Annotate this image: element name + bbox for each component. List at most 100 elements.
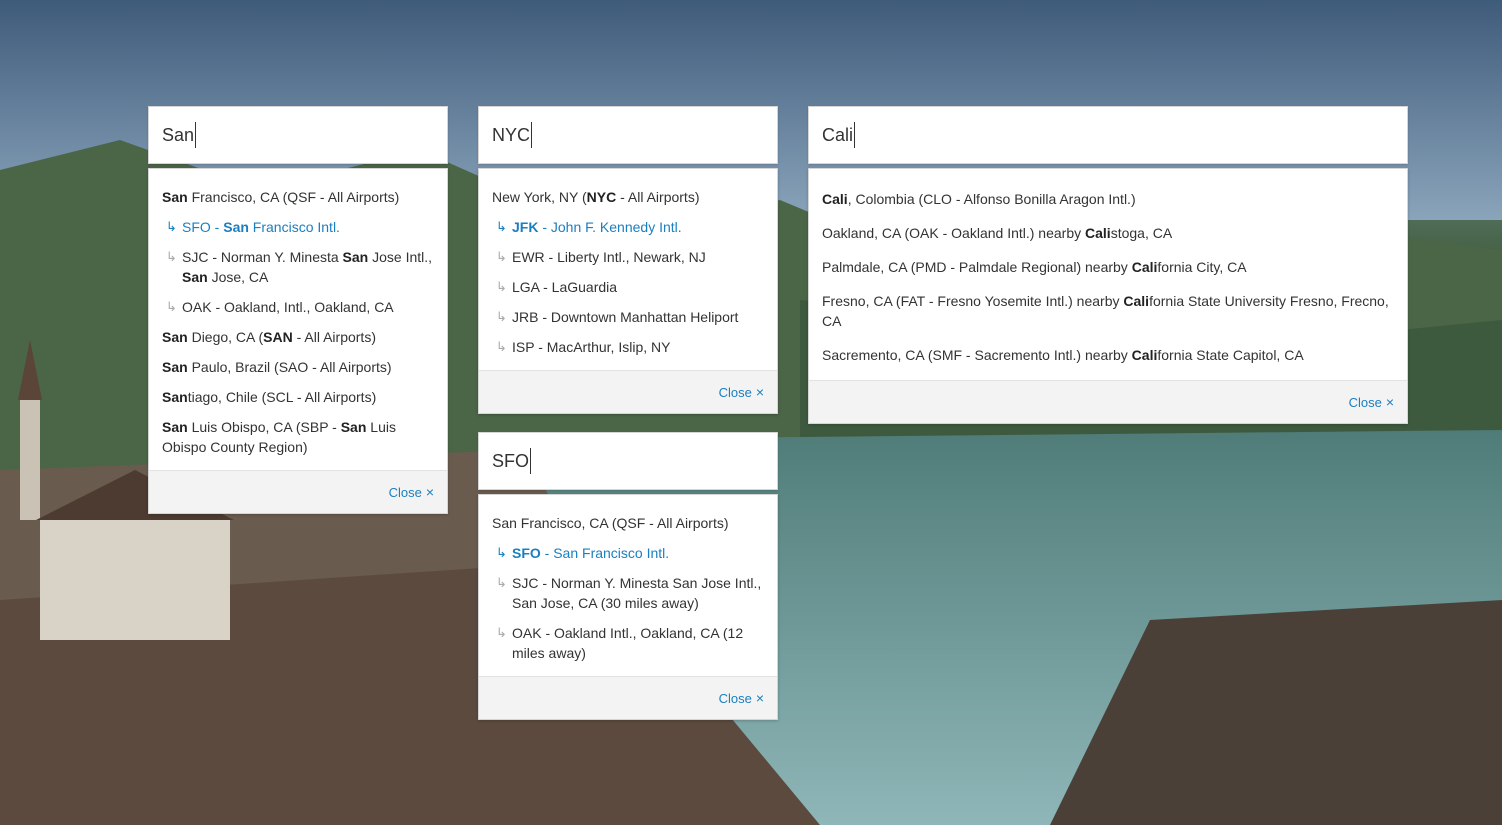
match-highlight: Cali (1131, 259, 1158, 275)
close-icon: × (755, 384, 764, 400)
sub-arrow-icon: ↳ (496, 279, 507, 294)
sub-arrow-icon: ↳ (496, 625, 507, 640)
airport-result-item[interactable]: ↳ JRB - Downtown Manhattan Heliport (492, 302, 764, 332)
search-query: NYC (492, 124, 531, 145)
match-highlight: San (182, 269, 208, 285)
airport-result-item[interactable]: ↳ ISP - MacArthur, Islip, NY (492, 332, 764, 362)
airport-result-item[interactable]: ↳ OAK - Oakland Intl., Oakland, CA (12 mi… (492, 618, 764, 668)
sub-arrow-icon: ↳ (496, 339, 507, 354)
result-text: Diego, CA ( (187, 329, 264, 345)
search-input[interactable]: San (148, 106, 448, 164)
sub-arrow-icon: ↳ (496, 309, 507, 324)
text-caret (195, 122, 197, 148)
match-highlight: Cali (822, 191, 848, 207)
result-text: Francisco Intl. (248, 219, 340, 235)
results-list: San Francisco, CA (QSF - All Airports) ↳ S… (479, 495, 777, 676)
results-list: Cali, Colombia (CLO - Alfonso Bonilla Ar… (809, 169, 1407, 380)
close-button[interactable]: Close × (719, 690, 764, 706)
sub-arrow-icon: ↳ (496, 545, 507, 560)
results-list: San Francisco, CA (QSF - All Airports) ↳ S… (149, 169, 447, 470)
result-text: Paulo, Brazil (SAO - All Airports) (187, 359, 392, 375)
results-list: New York, NY (NYC - All Airports) ↳ JFK - … (479, 169, 777, 370)
result-text: fornia State Capitol, CA (1157, 347, 1304, 363)
result-text: ISP - MacArthur, Islip, NY (512, 339, 671, 355)
search-input[interactable]: SFO (478, 432, 778, 490)
match-highlight: JFK (512, 219, 539, 235)
city-result-item[interactable]: Santiago, Chile (SCL - All Airports) (162, 382, 434, 412)
match-highlight: San (162, 359, 188, 375)
result-text: LGA - LaGuardia (512, 279, 618, 295)
results-dropdown: New York, NY (NYC - All Airports) ↳ JFK - … (478, 168, 778, 414)
match-highlight: NYC (586, 189, 617, 205)
airport-result-item[interactable]: ↳ SJC - Norman Y. Minesta San Jose Intl.,… (492, 568, 764, 618)
result-text: stoga, CA (1110, 225, 1173, 241)
result-text: SJC - Norman Y. Minesta (182, 249, 343, 265)
airport-result-item[interactable]: ↳ SJC - Norman Y. Minesta San Jose Intl.,… (162, 242, 434, 292)
city-result-item[interactable]: Cali, Colombia (CLO - Alfonso Bonilla Ar… (822, 182, 1394, 216)
search-widget-nyc: NYC New York, NY (NYC - All Airports) ↳ JF… (478, 106, 778, 414)
result-text: - All Airports) (616, 189, 700, 205)
city-result-item[interactable]: San Francisco, CA (QSF - All Airports) (162, 182, 434, 212)
city-result-item[interactable]: New York, NY (NYC - All Airports) (492, 182, 764, 212)
search-input[interactable]: NYC (478, 106, 778, 164)
match-highlight: Cali (1123, 293, 1150, 309)
close-button[interactable]: Close × (389, 484, 434, 500)
close-icon: × (425, 484, 434, 500)
airport-result-item[interactable]: ↳ OAK - Oakland, Intl., Oakland, CA (162, 292, 434, 322)
airport-result-item[interactable]: ↳ SFO - San Francisco Intl. (492, 538, 764, 568)
close-label: Close (388, 485, 422, 500)
result-text: - All Airports) (292, 329, 376, 345)
sub-arrow-icon: ↳ (496, 575, 507, 590)
result-text: Oakland, CA (OAK - Oakland Intl.) nearby (822, 225, 1086, 241)
result-text: Palmdale, CA (PMD - Palmdale Regional) n… (822, 259, 1132, 275)
close-button[interactable]: Close × (719, 384, 764, 400)
airport-result-item[interactable]: ↳ LGA - LaGuardia (492, 272, 764, 302)
sub-arrow-icon: ↳ (166, 219, 177, 234)
result-text: SJC - Norman Y. Minesta San Jose Intl., … (512, 575, 762, 611)
results-dropdown: San Francisco, CA (QSF - All Airports) ↳ S… (478, 494, 778, 720)
result-text: SFO - (182, 219, 224, 235)
city-result-item[interactable]: San Diego, CA (SAN - All Airports) (162, 322, 434, 352)
result-text: Jose Intl., (368, 249, 433, 265)
sub-arrow-icon: ↳ (496, 219, 507, 234)
city-result-item[interactable]: Oakland, CA (OAK - Oakland Intl.) nearby… (822, 216, 1394, 250)
result-text: Fresno, CA (FAT - Fresno Yosemite Intl.)… (822, 293, 1124, 309)
search-widget-cali: Cali Cali, Colombia (CLO - Alfonso Bonil… (808, 106, 1408, 424)
sub-arrow-icon: ↳ (166, 249, 177, 264)
dropdown-footer: Close × (479, 370, 777, 413)
match-highlight: San (162, 419, 188, 435)
city-result-item[interactable]: Fresno, CA (FAT - Fresno Yosemite Intl.)… (822, 284, 1394, 338)
result-text: OAK - Oakland, Intl., Oakland, CA (182, 299, 394, 315)
airport-result-item[interactable]: ↳ JFK - John F. Kennedy Intl. (492, 212, 764, 242)
airport-result-item[interactable]: ↳ EWR - Liberty Intl., Newark, NJ (492, 242, 764, 272)
close-label: Close (718, 691, 752, 706)
close-button[interactable]: Close × (1349, 394, 1394, 410)
city-result-item[interactable]: Sacremento, CA (SMF - Sacremento Intl.) … (822, 338, 1394, 372)
result-text: New York, NY ( (492, 189, 587, 205)
airport-result-item[interactable]: ↳ SFO - San Francisco Intl. (162, 212, 434, 242)
text-caret (531, 122, 533, 148)
city-result-item[interactable]: San Luis Obispo, CA (SBP - San Luis Obis… (162, 412, 434, 462)
result-text: JRB - Downtown Manhattan Heliport (512, 309, 739, 325)
dropdown-footer: Close × (479, 676, 777, 719)
close-label: Close (718, 385, 752, 400)
match-highlight: San (162, 329, 188, 345)
close-icon: × (1385, 394, 1394, 410)
match-highlight: SAN (263, 329, 293, 345)
result-text: tiago, Chile (SCL - All Airports) (187, 389, 377, 405)
result-text: Jose, CA (207, 269, 269, 285)
close-label: Close (1348, 395, 1382, 410)
match-highlight: San (342, 249, 369, 265)
match-highlight: San (340, 419, 367, 435)
close-icon: × (755, 690, 764, 706)
search-widget-san: San San Francisco, CA (QSF - All Airport… (148, 106, 448, 514)
city-result-item[interactable]: San Francisco, CA (QSF - All Airports) (492, 508, 764, 538)
result-text: Sacremento, CA (SMF - Sacremento Intl.) … (822, 347, 1132, 363)
result-text: fornia City, CA (1157, 259, 1247, 275)
text-caret (530, 448, 532, 474)
city-result-item[interactable]: San Paulo, Brazil (SAO - All Airports) (162, 352, 434, 382)
match-highlight: SFO (512, 545, 541, 561)
city-result-item[interactable]: Palmdale, CA (PMD - Palmdale Regional) n… (822, 250, 1394, 284)
dropdown-footer: Close × (809, 380, 1407, 423)
search-input[interactable]: Cali (808, 106, 1408, 164)
